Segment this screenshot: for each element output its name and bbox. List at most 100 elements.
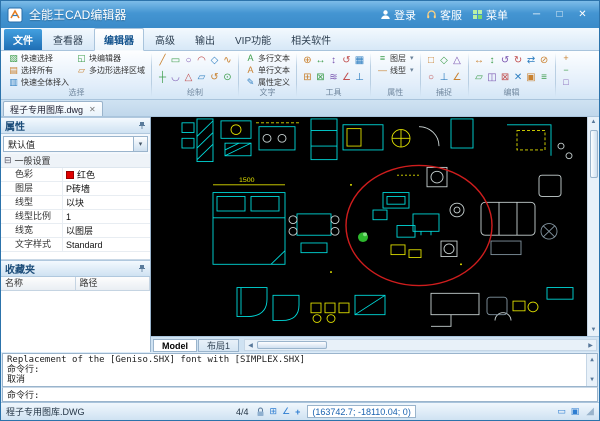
tool-icon[interactable]: ⊞ — [301, 69, 314, 86]
edit-tool-icon[interactable]: ▱ — [473, 69, 486, 86]
pin-icon[interactable] — [138, 264, 146, 273]
scroll-up-icon[interactable]: ▲ — [590, 355, 594, 365]
draw-tool-icon[interactable]: ◠ — [195, 52, 208, 69]
tab-file[interactable]: 文件 — [4, 29, 42, 50]
property-value[interactable]: 红色 — [63, 168, 150, 181]
edit-tool-icon[interactable]: ◫ — [486, 69, 499, 86]
favorites-column-path[interactable]: 路径 — [76, 277, 150, 290]
draw-tool-icon[interactable]: ◡ — [169, 69, 182, 86]
tool-icon[interactable]: ≋ — [327, 69, 340, 86]
tool-icon[interactable]: ⊠ — [314, 69, 327, 86]
edit-tool-icon[interactable]: ↺ — [499, 52, 512, 69]
tab-layout1[interactable]: 布局1 — [198, 338, 240, 352]
draw-tool-icon[interactable]: ▱ — [195, 69, 208, 86]
command-history[interactable]: Replacement of the [Geniso.SHX] font wit… — [2, 353, 598, 387]
draw-tool-icon[interactable]: ∿ — [221, 52, 234, 69]
property-row-lineweight[interactable]: 线宽 以图层 — [1, 224, 150, 238]
grid-snap-icon[interactable]: ⊞ — [270, 406, 278, 417]
edit-tool-icon[interactable]: ↕ — [486, 52, 499, 69]
edit-tool-icon[interactable]: ⇄ — [525, 52, 538, 69]
command-input[interactable] — [39, 389, 593, 400]
tool-icon[interactable]: ↔ — [314, 52, 327, 69]
tool-icon[interactable]: ▦ — [353, 52, 366, 69]
layout-view-icon[interactable]: ▭ — [557, 406, 566, 417]
property-value[interactable]: 1 — [63, 210, 150, 223]
tab-output[interactable]: 输出 — [186, 29, 224, 50]
property-row-linetype[interactable]: 线型 以块 — [1, 196, 150, 210]
ribbon-button[interactable]: ▧ 快速选择 — [6, 52, 71, 64]
ribbon-button[interactable]: ▱ 多边形选择区域 — [74, 64, 147, 76]
scroll-down-icon[interactable]: ▼ — [591, 325, 597, 336]
snap-tool-icon[interactable]: △ — [451, 52, 464, 69]
vertical-scrollbar[interactable]: ▲ ▼ — [587, 117, 599, 336]
command-scrollbar[interactable]: ▲ ▼ — [586, 354, 597, 386]
tab-related-software[interactable]: 相关软件 — [282, 29, 340, 50]
draw-tool-icon[interactable]: ↺ — [208, 69, 221, 86]
property-row-color[interactable]: 色彩 红色 — [1, 168, 150, 182]
scroll-right-icon[interactable]: ▶ — [585, 342, 596, 349]
edit-tool-icon[interactable]: ✕ — [512, 69, 525, 86]
property-row-text-style[interactable]: 文字样式 Standard — [1, 238, 150, 252]
ribbon-dropdown-button[interactable]: ≡ 图层 ▾ — [375, 52, 416, 64]
vertical-scroll-thumb[interactable] — [589, 130, 598, 178]
resize-grip[interactable]: ◢ — [586, 406, 594, 417]
ribbon-dropdown-button[interactable]: — 线型 ▾ — [375, 64, 416, 76]
collapse-icon[interactable]: ⊟ — [4, 155, 12, 166]
edit-tool-icon[interactable]: ⊠ — [499, 69, 512, 86]
tool-icon[interactable]: ∠ — [340, 69, 353, 86]
favorites-list-area[interactable] — [1, 291, 150, 352]
edit-tool-icon[interactable]: ≡ — [538, 69, 551, 86]
snap-tool-icon[interactable]: ⊥ — [438, 69, 451, 86]
edit-tool-icon[interactable]: ▣ — [525, 69, 538, 86]
tool-icon[interactable]: ⊕ — [301, 52, 314, 69]
tab-vip[interactable]: VIP功能 — [226, 29, 280, 50]
minimize-button[interactable]: ─ — [526, 7, 547, 23]
preset-dropdown[interactable]: 默认值 ▾ — [3, 136, 148, 152]
edit-tool-icon[interactable]: ⊘ — [538, 52, 551, 69]
draw-tool-icon[interactable]: △ — [182, 69, 195, 86]
selection-circle[interactable] — [345, 164, 493, 287]
property-category-row[interactable]: ⊟ 一般设置 — [1, 154, 150, 168]
close-button[interactable]: ✕ — [572, 7, 593, 23]
horizontal-scroll-thumb[interactable] — [257, 341, 328, 349]
tab-viewer[interactable]: 查看器 — [44, 29, 92, 50]
ribbon-button[interactable]: ◱ 块编辑器 — [74, 52, 147, 64]
zoom-tool-icon[interactable]: − — [560, 64, 573, 76]
snap-tool-icon[interactable]: ◇ — [438, 52, 451, 69]
snap-tool-icon[interactable]: ○ — [425, 69, 438, 86]
tab-editor[interactable]: 编辑器 — [94, 28, 144, 51]
property-value[interactable]: 以图层 — [63, 224, 150, 237]
edit-tool-icon[interactable]: ↻ — [512, 52, 525, 69]
pin-icon[interactable] — [138, 121, 146, 130]
property-value[interactable]: P砖墙 — [63, 182, 150, 195]
ribbon-button[interactable]: ▥ 快速全体择入 — [6, 76, 71, 88]
property-row-layer[interactable]: 图层 P砖墙 — [1, 182, 150, 196]
zoom-tool-icon[interactable]: + — [560, 52, 573, 64]
customer-service-button[interactable]: 客服 — [426, 7, 462, 23]
angle-snap-icon[interactable]: ∠ — [282, 406, 290, 417]
tool-icon[interactable]: ↺ — [340, 52, 353, 69]
cad-canvas[interactable]: 1500 — [151, 117, 587, 336]
maximize-button[interactable]: □ — [549, 7, 570, 23]
ribbon-button[interactable]: A 单行文本 — [243, 64, 292, 76]
draw-tool-icon[interactable]: ╱ — [156, 52, 169, 69]
draw-tool-icon[interactable]: ▭ — [169, 52, 182, 69]
ribbon-button[interactable]: ✎ 属性定义 — [243, 76, 292, 88]
lock-icon[interactable] — [256, 407, 265, 417]
draw-tool-icon[interactable]: ┼ — [156, 69, 169, 86]
horizontal-scrollbar[interactable]: ◀ ▶ — [244, 339, 597, 351]
tool-icon[interactable]: ↕ — [327, 52, 340, 69]
crosshair-icon[interactable]: + — [295, 407, 300, 417]
property-value[interactable]: Standard — [63, 238, 150, 251]
property-value[interactable]: 以块 — [63, 196, 150, 209]
zoom-tool-icon[interactable]: □ — [560, 76, 573, 88]
tab-model[interactable]: Model — [153, 338, 197, 352]
edit-tool-icon[interactable]: ↔ — [473, 52, 486, 69]
ribbon-button[interactable]: A 多行文本 — [243, 52, 292, 64]
property-row-linetype-scale[interactable]: 线型比例 1 — [1, 210, 150, 224]
tab-advanced[interactable]: 高级 — [146, 29, 184, 50]
ribbon-button[interactable]: ▤ 选择所有 — [6, 64, 71, 76]
snap-tool-icon[interactable]: □ — [425, 52, 438, 69]
login-button[interactable]: 登录 — [380, 7, 416, 23]
close-document-icon[interactable]: ✕ — [89, 105, 96, 114]
